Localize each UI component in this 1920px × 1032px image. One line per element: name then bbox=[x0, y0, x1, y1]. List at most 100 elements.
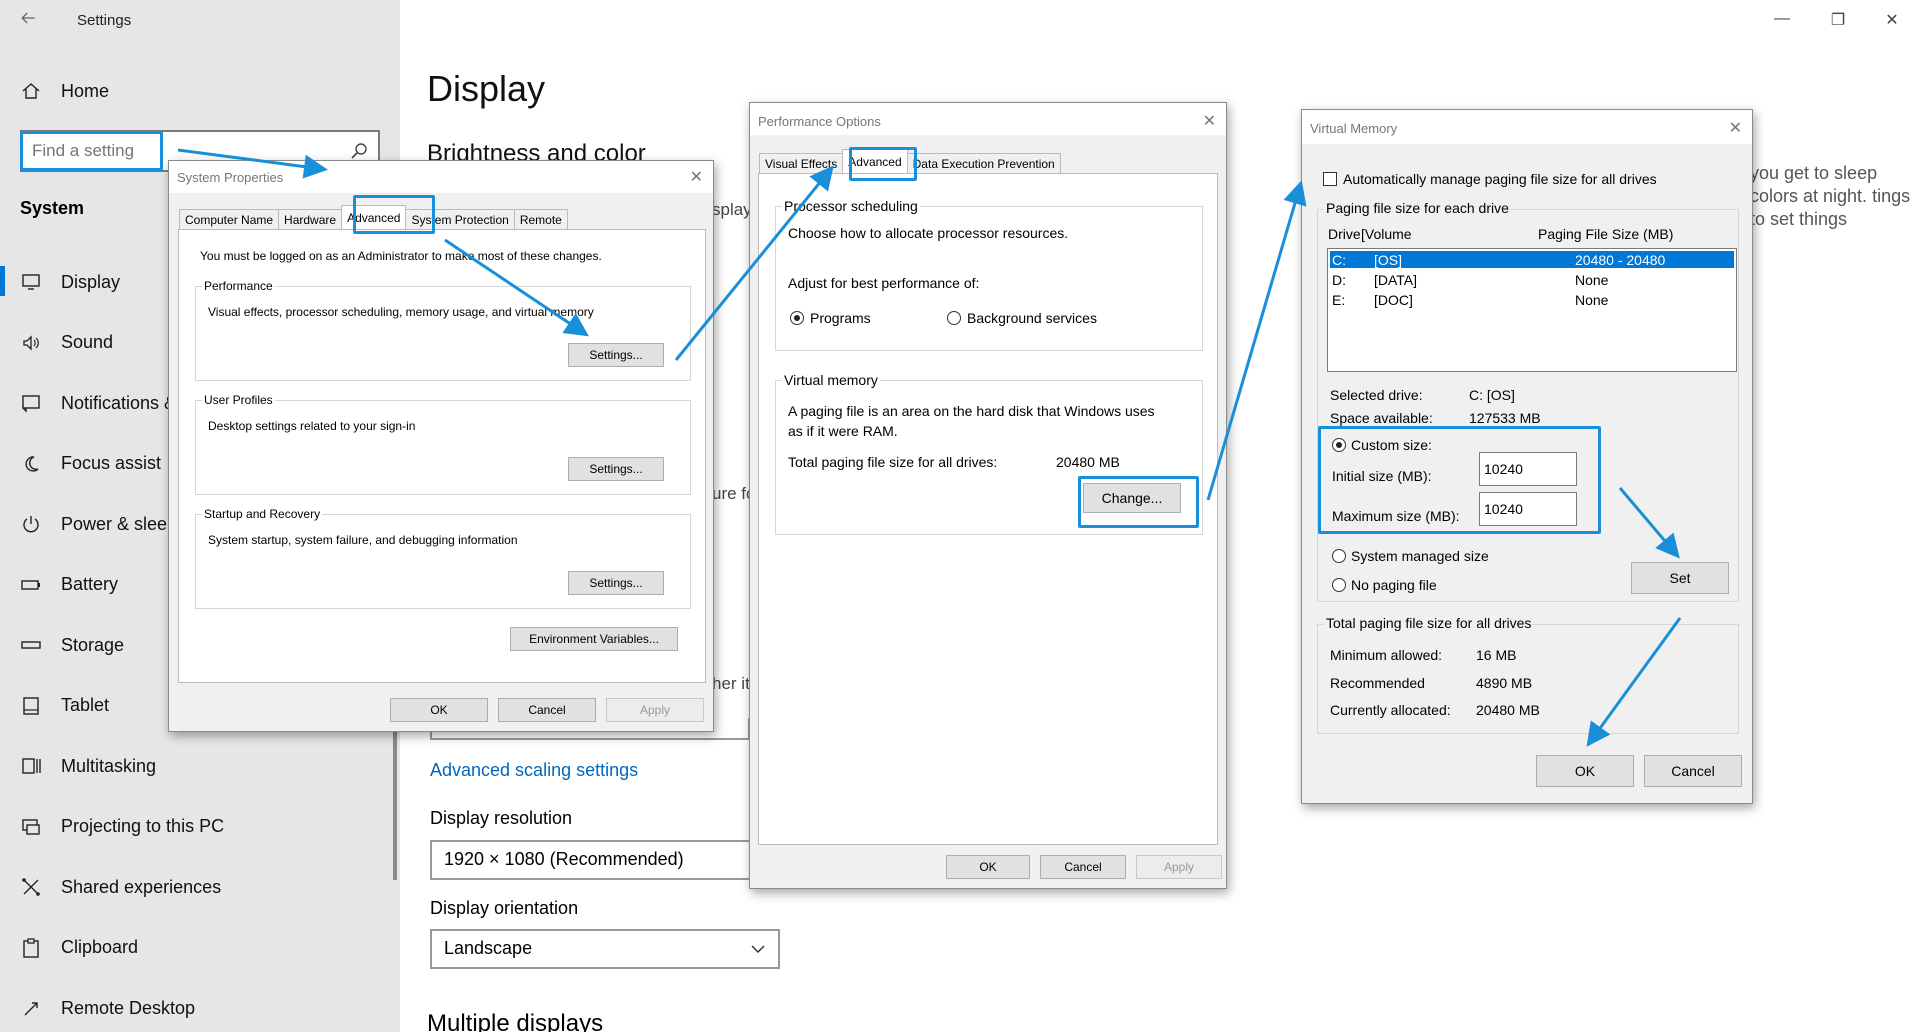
nav-item-label: Notifications & bbox=[61, 392, 177, 413]
nav-item-label: Focus assist bbox=[61, 453, 162, 473]
drive-list[interactable]: C: [OS] 20480 - 20480 D: [DATA] None E: … bbox=[1327, 248, 1737, 372]
total-paging-value: 20480 MB bbox=[1056, 454, 1120, 470]
ok-button[interactable]: OK bbox=[390, 698, 488, 722]
speaker-icon bbox=[19, 331, 43, 355]
maximize-icon[interactable]: ❐ bbox=[1826, 10, 1850, 34]
nav-item[interactable]: Multitasking bbox=[0, 746, 400, 786]
dialog-title: Performance Options bbox=[758, 114, 881, 129]
window-title: Settings bbox=[77, 12, 132, 29]
storage-icon bbox=[19, 633, 43, 657]
system-managed-label: System managed size bbox=[1351, 548, 1489, 564]
group-description: Choose how to allocate processor resourc… bbox=[788, 225, 1069, 241]
notification-icon bbox=[19, 391, 43, 415]
apply-button[interactable]: Apply bbox=[1136, 855, 1222, 879]
advanced-scaling-link[interactable]: Advanced scaling settings bbox=[430, 760, 638, 781]
moon-icon bbox=[19, 452, 43, 476]
nav-item-label: Display bbox=[61, 271, 121, 292]
nav-item[interactable]: Remote Desktop bbox=[0, 988, 400, 1028]
back-arrow-icon[interactable] bbox=[18, 8, 42, 32]
monitor-icon bbox=[19, 270, 43, 294]
programs-radio[interactable] bbox=[790, 311, 804, 325]
nav-item[interactable]: Projecting to this PC bbox=[0, 807, 400, 847]
close-icon[interactable]: ✕ bbox=[690, 167, 703, 187]
close-icon[interactable]: ✕ bbox=[1203, 111, 1216, 131]
drive-size: None bbox=[1575, 272, 1609, 288]
nav-item[interactable]: Clipboard bbox=[0, 928, 400, 968]
nav-home-label: Home bbox=[61, 80, 110, 101]
nav-item-label: Power & sleep bbox=[61, 513, 178, 534]
system-managed-radio[interactable] bbox=[1332, 549, 1346, 563]
chevron-down-icon bbox=[751, 945, 765, 954]
dialog-titlebar: Performance Options ✕ bbox=[750, 103, 1226, 135]
ok-button[interactable]: OK bbox=[1536, 755, 1634, 787]
dialog-titlebar: System Properties ✕ bbox=[169, 161, 713, 193]
no-paging-radio[interactable] bbox=[1332, 578, 1346, 592]
set-button[interactable]: Set bbox=[1631, 562, 1729, 594]
auto-manage-checkbox[interactable] bbox=[1323, 172, 1337, 186]
tab-data-execution-prevention[interactable]: Data Execution Prevention bbox=[906, 153, 1061, 173]
cancel-button[interactable]: Cancel bbox=[1040, 855, 1126, 879]
multiple-displays-title: Multiple displays bbox=[427, 1010, 604, 1032]
page-title: Display bbox=[427, 68, 546, 109]
close-icon[interactable]: ✕ bbox=[1729, 118, 1742, 138]
group-label: Processor scheduling bbox=[782, 198, 920, 214]
battery-icon bbox=[19, 573, 43, 597]
background-services-radio[interactable] bbox=[947, 311, 961, 325]
minimize-icon[interactable]: — bbox=[1770, 10, 1794, 34]
group-label: Virtual memory bbox=[782, 372, 880, 388]
group-label: Paging file size for each drive bbox=[1324, 200, 1511, 216]
tab-hardware[interactable]: Hardware bbox=[278, 209, 343, 229]
startup-settings-button[interactable]: Settings... bbox=[568, 571, 664, 595]
nav-item-label: Sound bbox=[61, 332, 114, 352]
column-volume: [Volume bbox=[1361, 226, 1412, 242]
auto-manage-label: Automatically manage paging file size fo… bbox=[1343, 171, 1657, 187]
programs-label: Programs bbox=[810, 310, 871, 326]
cancel-button[interactable]: Cancel bbox=[1644, 755, 1742, 787]
selected-drive-label: Selected drive: bbox=[1330, 387, 1423, 403]
vm-description: A paging file is an area on the hard dis… bbox=[788, 403, 1155, 419]
system-properties-dialog: System Properties ✕ Computer Name Hardwa… bbox=[168, 160, 714, 732]
nav-home[interactable]: Home bbox=[0, 71, 400, 111]
apply-button[interactable]: Apply bbox=[606, 698, 704, 722]
group-description: Desktop settings related to your sign-in bbox=[208, 419, 416, 433]
user-profiles-group: User Profiles Desktop settings related t… bbox=[195, 393, 691, 495]
close-window-icon[interactable]: ✕ bbox=[1880, 10, 1904, 34]
nav-item-label: Clipboard bbox=[61, 937, 139, 957]
drive-row[interactable]: C: [OS] 20480 - 20480 bbox=[1330, 251, 1734, 268]
processor-scheduling-group: Processor scheduling Choose how to alloc… bbox=[775, 198, 1203, 351]
performance-settings-button[interactable]: Settings... bbox=[568, 343, 664, 367]
currently-allocated-label: Currently allocated: bbox=[1330, 702, 1451, 718]
tab-computer-name[interactable]: Computer Name bbox=[179, 209, 280, 229]
nav-item-label: Tablet bbox=[61, 695, 110, 715]
environment-variables-button[interactable]: Environment Variables... bbox=[510, 627, 678, 651]
tab-visual-effects[interactable]: Visual Effects bbox=[759, 153, 844, 173]
paging-file-group: Paging file size for each drive Drive [V… bbox=[1317, 200, 1739, 602]
drive-row[interactable]: E: [DOC] None bbox=[1330, 291, 1734, 308]
minimum-allowed-value: 16 MB bbox=[1476, 647, 1517, 663]
user-profiles-settings-button[interactable]: Settings... bbox=[568, 457, 664, 481]
nav-item-label: Battery bbox=[61, 574, 119, 594]
recommended-label: Recommended bbox=[1330, 675, 1425, 691]
ok-button[interactable]: OK bbox=[946, 855, 1030, 879]
resolution-label: Display resolution bbox=[430, 808, 573, 828]
highlight-search-box bbox=[20, 131, 163, 171]
column-drive: Drive bbox=[1328, 226, 1361, 242]
tablet-icon bbox=[19, 694, 43, 718]
text-fragment: splay bbox=[712, 200, 752, 219]
search-icon[interactable] bbox=[350, 142, 368, 160]
tab-remote[interactable]: Remote bbox=[513, 209, 568, 229]
selected-drive-value: C: [OS] bbox=[1469, 387, 1515, 403]
startup-recovery-group: Startup and Recovery System startup, sys… bbox=[195, 507, 691, 609]
nav-item[interactable]: Shared experiences bbox=[0, 867, 400, 907]
multitasking-icon bbox=[19, 754, 43, 778]
nav-item-label: Projecting to this PC bbox=[61, 816, 225, 836]
projecting-icon bbox=[19, 815, 43, 839]
cancel-button[interactable]: Cancel bbox=[498, 698, 596, 722]
orientation-label: Display orientation bbox=[430, 898, 579, 918]
dialog-title: Virtual Memory bbox=[1310, 121, 1398, 136]
space-available-label: Space available: bbox=[1330, 410, 1433, 426]
resolution-dropdown[interactable]: 1920 × 1080 (Recommended) bbox=[430, 840, 780, 880]
orientation-dropdown[interactable]: Landscape bbox=[430, 929, 780, 969]
drive-row[interactable]: D: [DATA] None bbox=[1330, 271, 1734, 288]
adjust-label: Adjust for best performance of: bbox=[788, 275, 980, 291]
